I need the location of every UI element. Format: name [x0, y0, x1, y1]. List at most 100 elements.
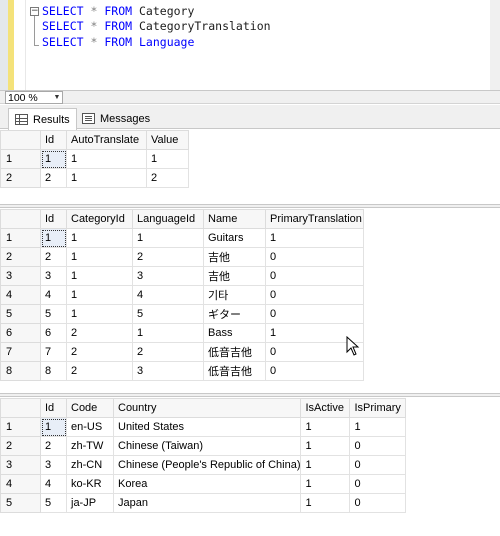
table-cell[interactable]: 7 [40, 342, 67, 362]
table-row[interactable]: 4 4 ko-KR Korea 1 0 [0, 474, 407, 494]
table-cell[interactable]: 0 [349, 474, 407, 494]
row-number-header[interactable] [0, 130, 41, 150]
table-cell[interactable]: 0 [349, 436, 407, 456]
row-number[interactable]: 1 [0, 417, 41, 437]
table-cell[interactable]: 3 [132, 361, 204, 381]
result-grid-category[interactable]: Id AutoTranslate Value 1 1 1 1 2 2 1 2 [0, 130, 500, 204]
table-cell[interactable]: 1 [66, 228, 133, 248]
table-cell[interactable]: 2 [40, 436, 67, 456]
table-row[interactable]: 1 1 en-US United States 1 1 [0, 417, 407, 437]
column-header[interactable]: LanguageId [132, 209, 204, 229]
row-number[interactable]: 4 [0, 285, 41, 305]
column-header[interactable]: Value [146, 130, 189, 150]
table-cell[interactable]: 1 [66, 168, 147, 188]
row-number[interactable]: 5 [0, 304, 41, 324]
table-row[interactable]: 6 6 2 1 Bass 1 [0, 323, 364, 343]
row-number-header[interactable] [0, 209, 41, 229]
row-number[interactable]: 2 [0, 247, 41, 267]
table-cell[interactable]: 0 [265, 304, 364, 324]
row-number[interactable]: 2 [0, 436, 41, 456]
table-cell[interactable]: zh-TW [66, 436, 114, 456]
table-cell[interactable]: 2 [40, 168, 67, 188]
table-cell[interactable]: Korea [112, 474, 302, 494]
table-cell[interactable]: 吉他 [203, 266, 266, 286]
table-cell[interactable]: 1 [66, 266, 133, 286]
table-cell[interactable]: 1 [349, 417, 407, 437]
grid-splitter[interactable] [0, 204, 500, 208]
table-cell[interactable]: ギター [203, 304, 266, 324]
table-row[interactable]: 1 1 1 1 [0, 149, 189, 169]
table-cell[interactable]: zh-CN [66, 455, 114, 475]
column-header[interactable]: IsActive [300, 398, 351, 418]
table-cell[interactable]: 2 [66, 361, 133, 381]
tab-results[interactable]: Results [8, 108, 77, 130]
collapse-icon[interactable]: − [30, 7, 39, 16]
chevron-down-icon[interactable]: ▼ [52, 94, 62, 101]
table-cell[interactable]: 2 [132, 342, 204, 362]
table-cell[interactable]: 吉他 [203, 247, 266, 267]
column-header[interactable]: Id [40, 130, 67, 150]
table-cell[interactable]: Guitars [203, 228, 266, 248]
table-cell[interactable]: 1 [300, 474, 351, 494]
row-number[interactable]: 1 [0, 149, 41, 169]
table-cell[interactable]: Chinese (People's Republic of China) [112, 455, 302, 475]
table-cell[interactable]: 1 [40, 417, 67, 437]
table-cell[interactable]: ja-JP [66, 493, 114, 513]
row-number[interactable]: 8 [0, 361, 41, 381]
table-cell[interactable]: 1 [146, 149, 189, 169]
table-row[interactable]: 1 1 1 1 Guitars 1 [0, 228, 364, 248]
table-cell[interactable]: 1 [66, 285, 133, 305]
table-cell[interactable]: 1 [300, 455, 351, 475]
table-row[interactable]: 5 5 1 5 ギター 0 [0, 304, 364, 324]
table-cell[interactable]: en-US [66, 417, 114, 437]
table-cell[interactable]: 3 [132, 266, 204, 286]
table-cell[interactable]: 0 [265, 247, 364, 267]
table-cell[interactable]: 3 [40, 266, 67, 286]
code-line-2[interactable]: SELECT * FROM CategoryTranslation [42, 18, 271, 34]
table-row[interactable]: 2 2 1 2 吉他 0 [0, 247, 364, 267]
row-number[interactable]: 3 [0, 266, 41, 286]
row-number[interactable]: 5 [0, 493, 41, 513]
result-grid-category-translation[interactable]: Id CategoryId LanguageId Name PrimaryTra… [0, 209, 500, 395]
table-cell[interactable]: 1 [40, 149, 67, 169]
column-header[interactable]: PrimaryTranslation [265, 209, 364, 229]
table-row[interactable]: 8 8 2 3 低音吉他 0 [0, 361, 364, 381]
table-row[interactable]: 7 7 2 2 低音吉他 0 [0, 342, 364, 362]
table-cell[interactable]: 4 [132, 285, 204, 305]
table-cell[interactable]: 4 [40, 474, 67, 494]
table-cell[interactable]: 1 [300, 417, 351, 437]
table-cell[interactable]: 5 [40, 493, 67, 513]
table-cell[interactable]: 0 [349, 493, 407, 513]
table-cell[interactable]: 5 [132, 304, 204, 324]
query-editor[interactable]: − SELECT * FROM Category SELECT * FROM C… [0, 0, 500, 90]
table-row[interactable]: 3 3 zh-CN Chinese (People's Republic of … [0, 455, 407, 475]
table-cell[interactable]: 1 [132, 323, 204, 343]
row-number[interactable]: 4 [0, 474, 41, 494]
column-header[interactable]: IsPrimary [349, 398, 407, 418]
table-cell[interactable]: Bass [203, 323, 266, 343]
tab-messages[interactable]: Messages [76, 108, 156, 129]
table-cell[interactable]: 0 [265, 361, 364, 381]
table-row[interactable]: 3 3 1 3 吉他 0 [0, 266, 364, 286]
table-cell[interactable]: 1 [66, 149, 147, 169]
column-header[interactable]: Code [66, 398, 114, 418]
table-cell[interactable]: 低音吉他 [203, 342, 266, 362]
table-cell[interactable]: Japan [112, 493, 302, 513]
table-cell[interactable]: 0 [265, 266, 364, 286]
code-line-1[interactable]: SELECT * FROM Category [42, 3, 194, 19]
table-cell[interactable]: 1 [300, 436, 351, 456]
row-number[interactable]: 6 [0, 323, 41, 343]
column-header[interactable]: AutoTranslate [66, 130, 147, 150]
column-header[interactable]: Country [112, 398, 302, 418]
table-cell[interactable]: 低音吉他 [203, 361, 266, 381]
row-number[interactable]: 1 [0, 228, 41, 248]
row-number[interactable]: 7 [0, 342, 41, 362]
column-header[interactable]: CategoryId [66, 209, 133, 229]
grid-splitter[interactable] [0, 393, 500, 397]
table-cell[interactable]: ko-KR [66, 474, 114, 494]
table-cell[interactable]: 기타 [203, 285, 266, 305]
table-cell[interactable]: 3 [40, 455, 67, 475]
table-row[interactable]: 5 5 ja-JP Japan 1 0 [0, 493, 407, 513]
result-grid-language[interactable]: Id Code Country IsActive IsPrimary 1 1 e… [0, 398, 500, 536]
table-cell[interactable]: 0 [349, 455, 407, 475]
